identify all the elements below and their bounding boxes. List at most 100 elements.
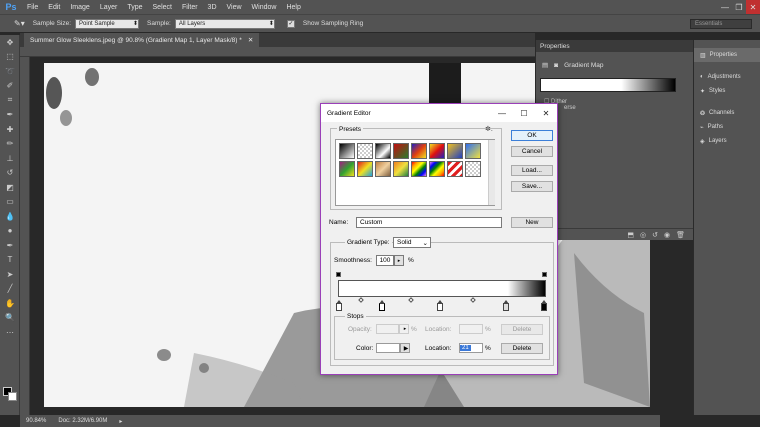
gear-icon[interactable]: ✲. xyxy=(485,125,493,133)
color-stop[interactable] xyxy=(336,300,342,311)
sample-size-select[interactable]: Point Sample ⬍ xyxy=(75,18,140,29)
color-stop[interactable] xyxy=(437,300,443,311)
menu-layer[interactable]: Layer xyxy=(95,4,123,11)
menu-file[interactable]: File xyxy=(22,4,43,11)
sampling-ring-checkbox[interactable]: ✓ xyxy=(286,19,295,28)
new-button[interactable]: New xyxy=(511,217,553,228)
blur-tool-icon[interactable]: 💧 xyxy=(0,209,20,224)
preset-swatch[interactable] xyxy=(447,161,463,177)
doc-info[interactable]: Doc: 2.32M/6.90M xyxy=(58,418,107,424)
preset-swatch[interactable] xyxy=(429,161,445,177)
layer-mask-icon[interactable]: ◙ xyxy=(554,62,558,69)
preset-swatch[interactable] xyxy=(411,143,427,159)
preset-swatch[interactable] xyxy=(411,161,427,177)
visibility-icon[interactable]: ◉ xyxy=(664,231,670,239)
color-stop[interactable] xyxy=(503,300,509,311)
dock-item-paths[interactable]: ⌁ Paths xyxy=(694,120,760,134)
color-swatch-field[interactable] xyxy=(376,343,400,353)
gradient-map-preview[interactable] xyxy=(540,78,676,92)
menu-window[interactable]: Window xyxy=(247,4,282,11)
color-delete-button[interactable]: Delete xyxy=(501,343,543,354)
menu-help[interactable]: Help xyxy=(281,4,305,11)
dialog-minimize-button[interactable]: — xyxy=(491,104,513,122)
clip-to-layer-icon[interactable]: ⬒ xyxy=(627,231,634,239)
healing-tool-icon[interactable]: ✚ xyxy=(0,122,20,137)
presets-scrollbar[interactable] xyxy=(488,140,495,205)
color-location-input[interactable]: 21 xyxy=(459,343,483,353)
eraser-tool-icon[interactable]: ◩ xyxy=(0,180,20,195)
preset-swatch[interactable] xyxy=(393,143,409,159)
dock-item-layers[interactable]: ◈ Layers xyxy=(694,134,760,148)
preset-swatch[interactable] xyxy=(447,143,463,159)
preset-swatch[interactable] xyxy=(357,161,373,177)
menu-edit[interactable]: Edit xyxy=(43,4,65,11)
preset-swatch[interactable] xyxy=(393,161,409,177)
color-stop[interactable] xyxy=(541,300,547,311)
close-tab-icon[interactable]: ✕ xyxy=(248,36,253,44)
gradient-bar[interactable] xyxy=(338,280,546,297)
preset-swatch[interactable] xyxy=(375,143,391,159)
menu-3d[interactable]: 3D xyxy=(203,4,222,11)
chevron-right-icon[interactable]: ▸ xyxy=(119,418,122,425)
properties-tab[interactable]: Properties xyxy=(536,40,693,52)
more-tools-icon[interactable]: ⋯ xyxy=(0,325,20,340)
marquee-tool-icon[interactable]: ⬚ xyxy=(0,50,20,65)
smoothness-input[interactable]: 100 xyxy=(376,255,394,266)
preset-swatch[interactable] xyxy=(339,161,355,177)
zoom-level[interactable]: 90.84% xyxy=(26,418,46,424)
eyedropper-tool-icon[interactable]: ✒ xyxy=(0,108,20,123)
hand-tool-icon[interactable]: ✋ xyxy=(0,296,20,311)
close-button[interactable]: ✕ xyxy=(746,0,760,14)
menu-select[interactable]: Select xyxy=(148,4,177,11)
pen-tool-icon[interactable]: ✒ xyxy=(0,238,20,253)
menu-view[interactable]: View xyxy=(222,4,247,11)
view-previous-icon[interactable]: ◎ xyxy=(640,231,646,239)
preset-swatch[interactable] xyxy=(429,143,445,159)
path-select-tool-icon[interactable]: ➤ xyxy=(0,267,20,282)
load-button[interactable]: Load... xyxy=(511,165,553,176)
quick-select-tool-icon[interactable]: ✐ xyxy=(0,79,20,94)
sample-select[interactable]: All Layers ⬍ xyxy=(174,18,275,29)
zoom-tool-icon[interactable]: 🔍 xyxy=(0,311,20,326)
lasso-tool-icon[interactable]: ➰ xyxy=(0,64,20,79)
dither-checkbox[interactable]: ☐ Dither xyxy=(536,98,693,105)
cancel-button[interactable]: Cancel xyxy=(511,146,553,157)
opacity-stop-left[interactable] xyxy=(336,272,341,277)
crop-tool-icon[interactable]: ⌗ xyxy=(0,93,20,108)
restore-button[interactable]: ❐ xyxy=(732,0,746,14)
stamp-tool-icon[interactable]: ⊥ xyxy=(0,151,20,166)
reset-icon[interactable]: ↺ xyxy=(652,231,658,239)
color-menu-button[interactable]: ▶ xyxy=(400,343,410,353)
history-brush-tool-icon[interactable]: ↺ xyxy=(0,166,20,181)
dock-item-styles[interactable]: ✦ Styles xyxy=(694,84,760,98)
background-color[interactable] xyxy=(8,392,17,401)
line-tool-icon[interactable]: ╱ xyxy=(0,282,20,297)
menu-filter[interactable]: Filter xyxy=(177,4,203,11)
gradient-tool-icon[interactable]: ▭ xyxy=(0,195,20,210)
workspace-select[interactable]: Essentials xyxy=(690,19,752,29)
preset-swatch[interactable] xyxy=(339,143,355,159)
preset-swatch[interactable] xyxy=(357,143,373,159)
preset-swatch[interactable] xyxy=(375,161,391,177)
dodge-tool-icon[interactable]: ● xyxy=(0,224,20,239)
brush-tool-icon[interactable]: ✏ xyxy=(0,137,20,152)
ok-button[interactable]: OK xyxy=(511,130,553,141)
dock-item-adjustments[interactable]: ◐ Adjustments xyxy=(694,70,760,84)
menu-image[interactable]: Image xyxy=(65,4,94,11)
preset-swatch[interactable] xyxy=(465,143,481,159)
eyedropper-icon[interactable]: ✎▾ xyxy=(14,19,25,28)
minimize-button[interactable]: — xyxy=(718,0,732,14)
color-swatches[interactable] xyxy=(3,387,17,401)
document-tab[interactable]: Summer Glow Sleeklens.jpeg @ 90.8% (Grad… xyxy=(24,33,260,47)
trash-icon[interactable]: 🗑 xyxy=(676,231,685,239)
move-tool-icon[interactable]: ✥ xyxy=(0,35,20,50)
smoothness-slider-button[interactable]: ▸ xyxy=(394,255,404,266)
color-stop-selected[interactable] xyxy=(379,300,385,311)
dock-item-channels[interactable]: ❂ Channels xyxy=(694,106,760,120)
reverse-checkbox[interactable]: erse xyxy=(536,105,693,111)
preset-swatch[interactable] xyxy=(465,161,481,177)
dialog-maximize-button[interactable]: ☐ xyxy=(513,104,535,122)
opacity-stop-right[interactable] xyxy=(542,272,547,277)
dock-item-properties[interactable]: ▥ Properties xyxy=(694,48,760,62)
type-tool-icon[interactable]: T xyxy=(0,253,20,268)
